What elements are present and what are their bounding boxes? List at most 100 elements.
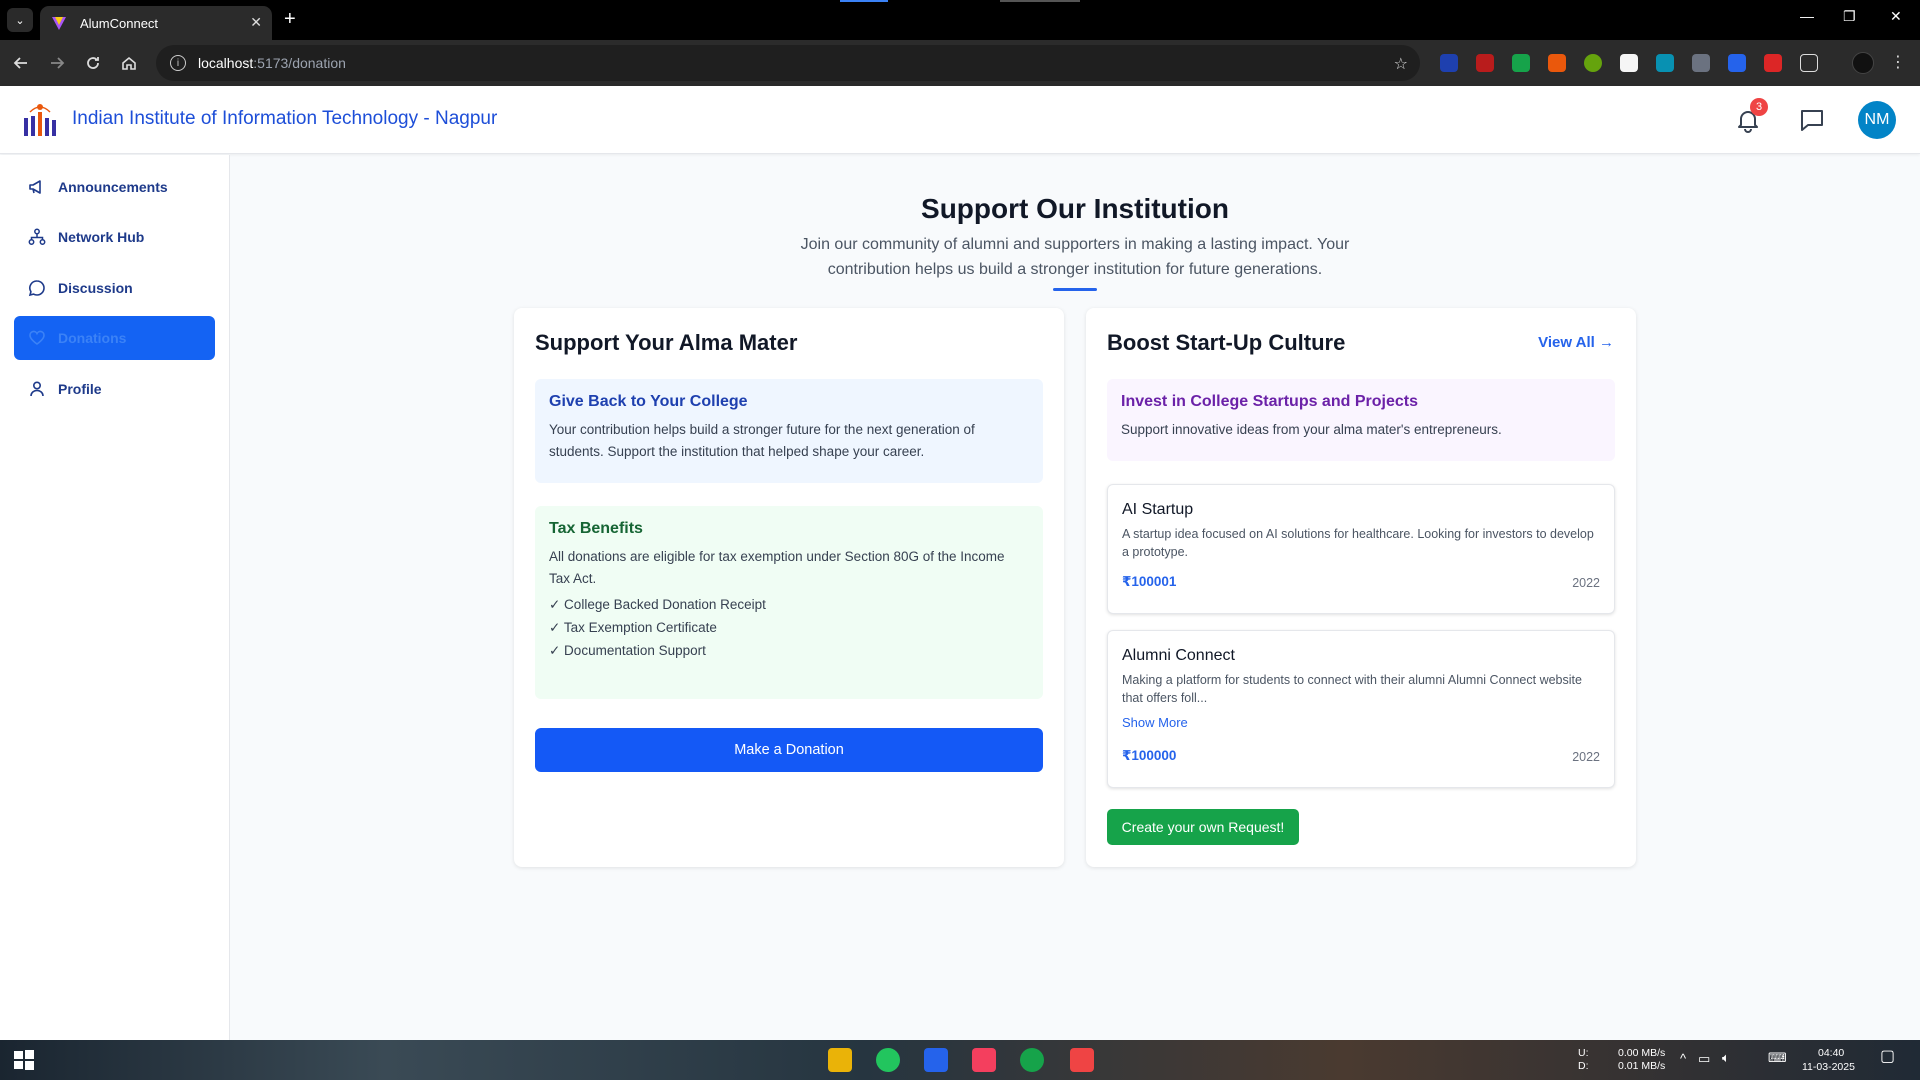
new-tab-button[interactable]: +	[284, 8, 296, 31]
messages-chat-icon[interactable]	[1798, 106, 1826, 134]
app-header: Indian Institute of Information Technolo…	[0, 86, 1920, 154]
project-title: Alumni Connect	[1122, 647, 1235, 664]
institution-name[interactable]: Indian Institute of Information Technolo…	[72, 108, 497, 130]
project-year: 2022	[1572, 750, 1600, 764]
url-path: :5173/donation	[253, 55, 346, 71]
create-request-button[interactable]: Create your own Request!	[1107, 809, 1299, 845]
invest-panel: Invest in College Startups and Projects …	[1107, 379, 1615, 461]
project-card[interactable]: Alumni Connect Making a platform for stu…	[1107, 630, 1615, 788]
sidebar-item-discussion[interactable]: Discussion	[14, 266, 215, 310]
sidebar-item-announcements[interactable]: Announcements	[14, 165, 215, 209]
chat-bubble-icon	[28, 280, 45, 297]
network-tray-icon[interactable]: ▭	[1698, 1052, 1710, 1065]
alumconnect-favicon-icon	[52, 17, 66, 30]
view-all-link[interactable]: View All →	[1538, 334, 1614, 351]
bookmark-star-icon[interactable]: ☆	[1394, 54, 1408, 74]
browser-menu-icon[interactable]: ⋮	[1890, 52, 1906, 72]
extension-icon-8[interactable]	[1692, 54, 1710, 72]
iiitn-logo-icon	[24, 104, 56, 136]
extension-icon-5[interactable]	[1584, 54, 1602, 72]
user-avatar[interactable]: NM	[1858, 101, 1896, 139]
project-description: A startup idea focused on AI solutions f…	[1122, 527, 1594, 559]
sidebar-item-label: Announcements	[58, 179, 168, 195]
megaphone-icon	[29, 180, 41, 194]
extensions-puzzle-icon[interactable]	[1800, 54, 1818, 72]
volume-icon[interactable]: 🔈︎	[1722, 1051, 1730, 1064]
reload-icon[interactable]	[82, 52, 104, 74]
project-description: Making a platform for students to connec…	[1122, 673, 1582, 705]
card-title: Support Your Alma Mater	[535, 330, 798, 355]
extension-icon-7[interactable]	[1656, 54, 1674, 72]
sidebar-item-network-hub[interactable]: Network Hub	[14, 215, 215, 259]
give-back-panel: Give Back to Your College Your contribut…	[535, 379, 1043, 483]
project-title: AI Startup	[1122, 501, 1194, 518]
project-card[interactable]: AI Startup A startup idea focused on AI …	[1107, 484, 1615, 614]
browser-toolbar: i localhost:5173/donation ☆ ⋮	[0, 40, 1920, 86]
browser-tab-active[interactable]: AlumConnect ✕	[40, 6, 272, 40]
page-subtitle: Join our community of alumni and support…	[800, 236, 1350, 278]
network-upload-speed: 0.00 MB/s	[1618, 1047, 1666, 1059]
clock-date[interactable]: 11-03-2025	[1802, 1061, 1855, 1074]
network-download-speed: 0.01 MB/s	[1618, 1060, 1666, 1072]
extension-icon-3[interactable]	[1512, 54, 1530, 72]
whatsapp-icon[interactable]	[1020, 1048, 1044, 1072]
file-explorer-icon[interactable]	[828, 1048, 852, 1072]
project-year: 2022	[1572, 576, 1600, 590]
support-alma-mater-card: Support Your Alma Mater Give Back to You…	[514, 308, 1064, 867]
keyboard-icon[interactable]: ⌨︎	[1768, 1051, 1787, 1064]
music-app-icon[interactable]	[972, 1048, 996, 1072]
network-icon	[28, 228, 46, 245]
title-underline-divider	[1053, 288, 1097, 291]
benefit-item: ✓ College Backed Donation Receipt	[549, 597, 766, 612]
sidebar-item-profile[interactable]: Profile	[14, 367, 215, 411]
startup-culture-card: Boost Start-Up Culture View All → Invest…	[1086, 308, 1636, 867]
extension-icon-4[interactable]	[1548, 54, 1566, 72]
sidebar: Announcements Network Hub Discussion Don…	[0, 155, 230, 1040]
tab-title: AlumConnect	[80, 15, 159, 31]
sidebar-item-donations[interactable]: Donations	[14, 316, 215, 360]
site-info-icon[interactable]: i	[170, 55, 186, 71]
benefit-item: ✓ Tax Exemption Certificate	[549, 620, 717, 635]
close-window-button[interactable]: ✕	[1890, 8, 1902, 25]
sidebar-item-label: Profile	[58, 381, 102, 397]
browser-profile-avatar[interactable]	[1852, 52, 1874, 74]
pdf-reader-icon[interactable]	[1070, 1048, 1094, 1072]
tab-strip-indicator-secondary	[1000, 0, 1080, 2]
tray-chevron-icon[interactable]: ^	[1680, 1052, 1686, 1065]
sidebar-item-label: Donations	[58, 330, 127, 346]
minimize-window-button[interactable]: —	[1800, 8, 1814, 24]
card-title: Boost Start-Up Culture	[1107, 330, 1346, 355]
notification-center-icon[interactable]: ▢	[1880, 1049, 1895, 1065]
tax-benefits-panel: Tax Benefits All donations are eligible …	[535, 506, 1043, 699]
tax-benefits-heading: Tax Benefits	[549, 520, 643, 537]
sidebar-item-label: Network Hub	[58, 229, 145, 245]
tab-close-icon[interactable]: ✕	[250, 14, 262, 31]
extension-icon-9[interactable]	[1728, 54, 1746, 72]
page-title: Support Our Institution	[921, 193, 1229, 224]
vscode-icon[interactable]	[924, 1048, 948, 1072]
chrome-icon[interactable]	[876, 1048, 900, 1072]
extension-icon-1[interactable]	[1440, 54, 1458, 72]
benefit-item: ✓ Documentation Support	[549, 643, 706, 658]
extension-icon-6[interactable]	[1620, 54, 1638, 72]
net-down-label: D:	[1578, 1060, 1589, 1072]
forward-arrow-icon[interactable]	[46, 52, 68, 74]
hd-extension-icon[interactable]	[1764, 54, 1782, 72]
url-host: localhost	[198, 55, 254, 71]
invest-text: Support innovative ideas from your alma …	[1121, 422, 1502, 437]
clock-time[interactable]: 04:40	[1818, 1047, 1844, 1060]
tab-search-button[interactable]: ⌄	[7, 8, 33, 32]
make-donation-button[interactable]: Make a Donation	[535, 728, 1043, 772]
browser-tab-bar: ⌄ AlumConnect ✕ + — ❐ ✕	[0, 0, 1920, 40]
project-amount: ₹100000	[1122, 748, 1177, 763]
sidebar-item-label: Discussion	[58, 280, 133, 296]
windows-start-icon[interactable]	[12, 1048, 36, 1072]
back-arrow-icon[interactable]	[10, 52, 32, 74]
ublock-extension-icon[interactable]	[1476, 54, 1494, 72]
show-more-link[interactable]: Show More	[1122, 715, 1600, 730]
restore-window-button[interactable]: ❐	[1843, 8, 1856, 25]
user-icon	[30, 381, 44, 397]
address-bar[interactable]: i localhost:5173/donation ☆	[156, 45, 1420, 81]
home-icon[interactable]	[118, 52, 140, 74]
project-amount: ₹100001	[1122, 574, 1177, 589]
